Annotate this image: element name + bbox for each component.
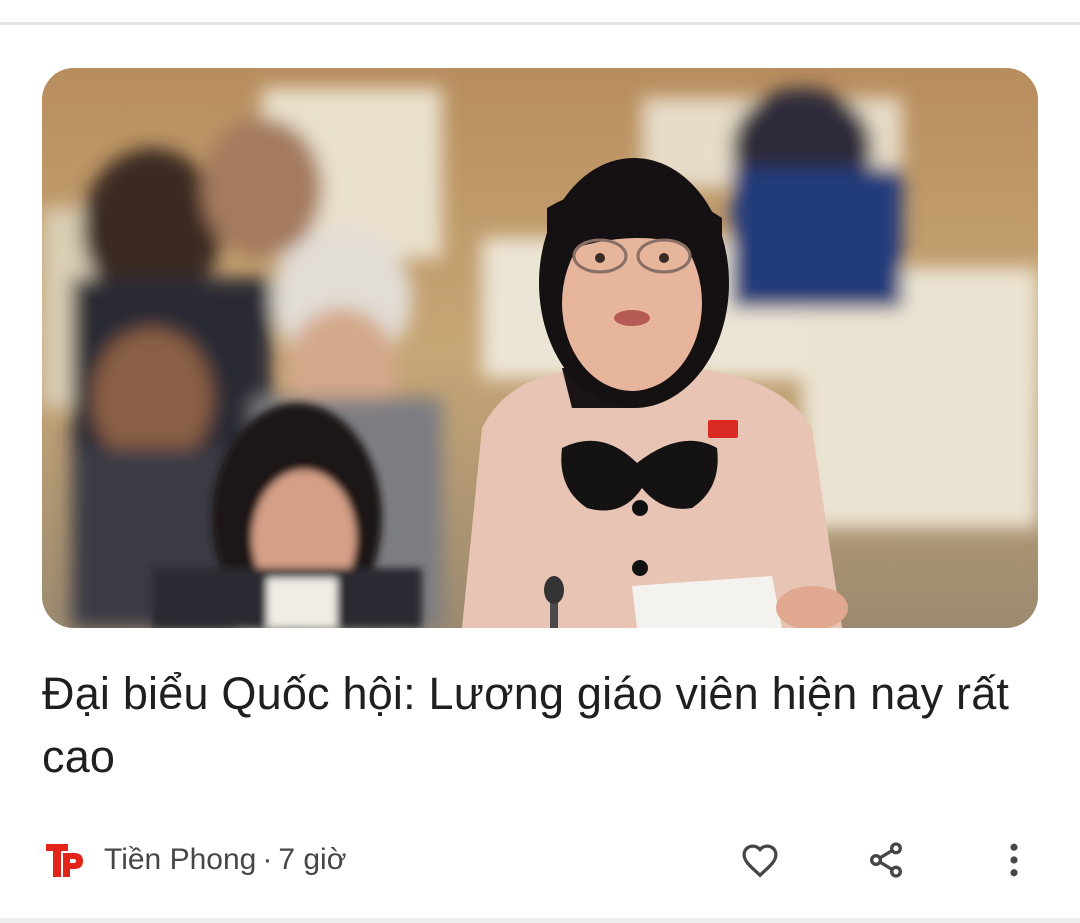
top-divider [0, 22, 1080, 25]
article-headline[interactable]: Đại biểu Quốc hội: Lương giáo viên hiện … [42, 662, 1032, 788]
bottom-divider [0, 918, 1080, 923]
share-icon [870, 842, 902, 878]
more-vertical-icon [1010, 843, 1018, 877]
source-name[interactable]: Tiền Phong [104, 843, 256, 877]
meta-separator: · [262, 843, 273, 876]
published-time: 7 giờ [278, 843, 347, 876]
source-logo [44, 840, 84, 880]
more-options-button[interactable] [990, 836, 1038, 884]
news-card[interactable] [42, 68, 1038, 628]
like-button[interactable] [736, 836, 784, 884]
news-feed: Đại biểu Quốc hội: Lương giáo viên hiện … [0, 0, 1080, 923]
share-button[interactable] [862, 836, 910, 884]
article-meta: Tiền Phong · 7 giờ [44, 838, 346, 882]
heart-outline-icon [742, 844, 778, 878]
article-photo-illustration [42, 68, 1038, 628]
article-photo[interactable] [42, 68, 1038, 628]
